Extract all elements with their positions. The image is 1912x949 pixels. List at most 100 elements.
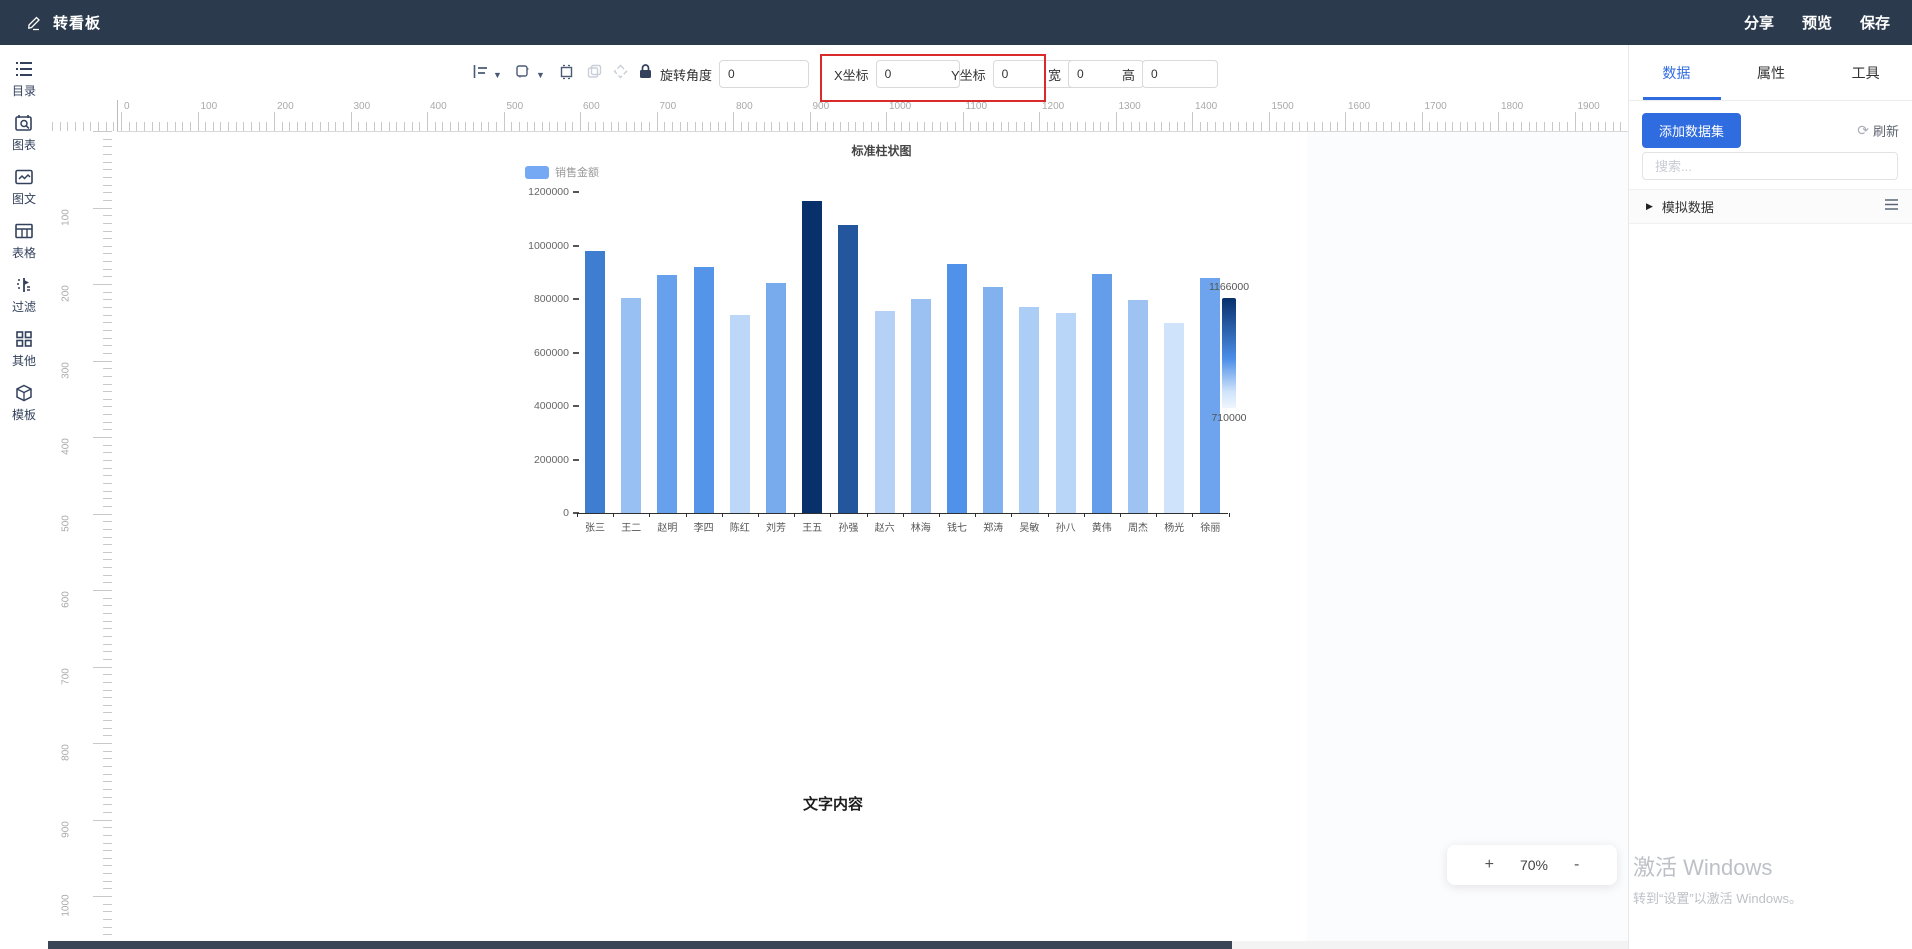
- refresh-button[interactable]: ⟳ 刷新: [1857, 121, 1899, 140]
- ruler-tick: [103, 161, 112, 163]
- bar[interactable]: [910, 299, 931, 513]
- y-axis-label: 600000: [533, 346, 569, 359]
- ruler-tick: [103, 811, 112, 813]
- lock-icon[interactable]: [638, 63, 653, 85]
- tab-属性[interactable]: 属性: [1724, 63, 1819, 83]
- layer-dropdown-caret[interactable]: ▼: [536, 70, 545, 80]
- ruler-tick: [113, 122, 115, 131]
- x-axis-tick: [866, 513, 868, 517]
- text-element[interactable]: 文字内容: [753, 793, 913, 814]
- ruler-tick: [103, 475, 112, 477]
- ruler-tick: [1390, 122, 1392, 131]
- horizontal-scrollbar[interactable]: [48, 941, 1232, 949]
- dataset-menu-icon[interactable]: [1884, 198, 1899, 216]
- sidebar-item-grid[interactable]: 其他: [0, 315, 48, 369]
- resize-icon[interactable]: [558, 63, 575, 85]
- ruler-tick: [878, 122, 880, 131]
- bar[interactable]: [766, 282, 786, 513]
- ruler-tick: [1566, 122, 1568, 131]
- bar[interactable]: [1164, 323, 1185, 513]
- bar[interactable]: [838, 225, 859, 513]
- height-field-input[interactable]: [1142, 60, 1219, 88]
- bar[interactable]: [729, 314, 750, 513]
- height-field-label: 高: [1122, 67, 1136, 83]
- bar[interactable]: [802, 201, 823, 513]
- ruler-tick: [1062, 122, 1063, 131]
- chart-element[interactable]: 标准柱状图 销售金额 0 200000 400000 600000 800000 100000…: [509, 140, 1254, 540]
- tab-数据[interactable]: 数据: [1629, 63, 1724, 83]
- sidebar-item-chart[interactable]: 图表: [0, 99, 48, 153]
- ruler-tick: [1574, 112, 1576, 131]
- bar[interactable]: [1091, 273, 1112, 513]
- bar[interactable]: [693, 266, 714, 513]
- right-panel-tabs: 数据 属性 工具: [1629, 45, 1912, 101]
- edit-title-icon[interactable]: [26, 14, 43, 31]
- ruler-tick: [1046, 122, 1048, 131]
- sidebar-item-filter[interactable]: 过滤: [0, 261, 48, 315]
- ruler-label: 800: [60, 744, 72, 761]
- zoom-out-button[interactable]: -: [1574, 857, 1579, 873]
- ruler-tick: [993, 122, 995, 131]
- bar[interactable]: [1019, 307, 1040, 513]
- element-toolbar: ▼ ▼ 旋转角度X坐标Y坐标宽高: [48, 45, 1628, 102]
- zoom-control: + 70% -: [1447, 845, 1617, 885]
- dataset-item-row[interactable]: ▶ 模拟数据: [1629, 189, 1912, 224]
- dashboard-page[interactable]: 标准柱状图 销售金额 0 200000 400000 600000 800000 100000…: [117, 131, 1307, 941]
- ruler-tick: [373, 122, 375, 131]
- right-panel: 数据属性工具 添加数据集 ⟳ 刷新 ▶ 模拟数据: [1628, 45, 1912, 949]
- sidebar-item-image-text[interactable]: 图文: [0, 153, 48, 207]
- ruler-tick: [1467, 122, 1469, 131]
- ruler-tick: [103, 865, 112, 867]
- bar[interactable]: [874, 311, 895, 513]
- copy-icon[interactable]: [586, 63, 603, 85]
- ruler-tick: [893, 122, 895, 131]
- y-axis-label: 800000: [533, 293, 569, 305]
- bar[interactable]: [1128, 300, 1148, 513]
- bar[interactable]: [621, 297, 642, 513]
- bar[interactable]: [947, 264, 967, 513]
- bar[interactable]: [983, 287, 1004, 513]
- tab-工具[interactable]: 工具: [1818, 63, 1912, 83]
- ruler-tick: [274, 112, 275, 131]
- ruler-tick: [1107, 122, 1109, 131]
- chart-legend[interactable]: 销售金额: [525, 164, 599, 180]
- preview-button[interactable]: 预览: [1802, 12, 1832, 33]
- layer-icon[interactable]: [514, 63, 531, 85]
- chart-icon: [14, 114, 34, 132]
- align-icon[interactable]: [472, 63, 489, 85]
- ungroup-icon[interactable]: [612, 63, 629, 85]
- bar[interactable]: [1200, 277, 1221, 513]
- align-dropdown-caret[interactable]: ▼: [493, 70, 502, 80]
- active-tab-underline: [1643, 97, 1721, 100]
- ruler-tick: [103, 697, 112, 699]
- expand-arrow-icon[interactable]: ▶: [1646, 201, 1653, 212]
- share-button[interactable]: 分享: [1744, 12, 1774, 33]
- ruler-tick: [103, 498, 112, 500]
- ruler-tick: [103, 758, 112, 760]
- ruler-tick: [909, 122, 910, 131]
- ruler-tick: [75, 122, 77, 131]
- ruler-tick: [105, 122, 107, 131]
- save-button[interactable]: 保存: [1860, 12, 1890, 33]
- ruler-tick: [93, 131, 112, 132]
- add-dataset-button[interactable]: 添加数据集: [1642, 113, 1742, 148]
- ruler-tick: [1054, 122, 1056, 131]
- visualmap-gradient[interactable]: [1222, 298, 1236, 408]
- ruler-tick: [1138, 122, 1140, 131]
- bar[interactable]: [1055, 312, 1076, 513]
- sidebar-item-catalog-list[interactable]: 目录: [0, 45, 48, 99]
- ruler-tick: [939, 122, 941, 131]
- sidebar-item-template-box[interactable]: 模板: [0, 369, 48, 423]
- search-input[interactable]: [1642, 152, 1898, 180]
- y-axis-tick: [573, 458, 579, 461]
- ruler-tick: [832, 122, 834, 131]
- rotation-angle-field-input[interactable]: [719, 60, 810, 88]
- ruler-tick: [947, 122, 949, 131]
- ruler-tick: [358, 122, 360, 131]
- ruler-tick: [1498, 112, 1499, 131]
- bar[interactable]: [657, 274, 678, 513]
- zoom-in-button[interactable]: +: [1485, 857, 1494, 873]
- sidebar-item-table[interactable]: 表格: [0, 207, 48, 261]
- ruler-tick: [901, 122, 903, 131]
- bar[interactable]: [585, 250, 605, 513]
